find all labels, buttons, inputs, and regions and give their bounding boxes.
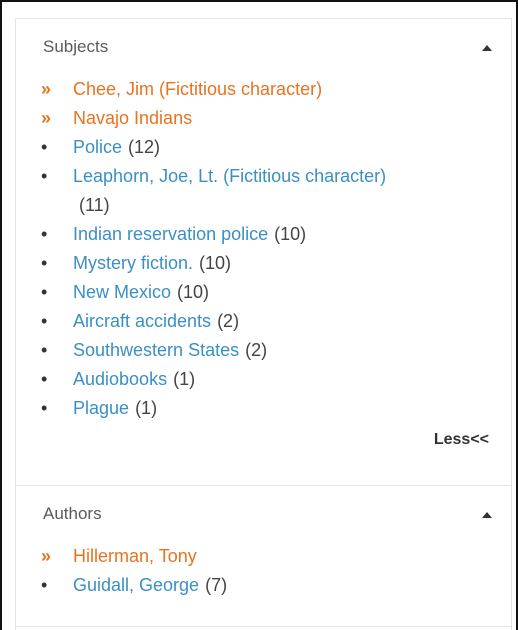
subjects-facet-panel: Subjects » Chee, Jim (Fictitious characte… [15, 18, 512, 486]
subject-link[interactable]: Plague [73, 398, 129, 418]
bullet-icon: • [41, 224, 48, 244]
double-chevron-icon: » [41, 546, 52, 566]
subject-count: (1) [135, 398, 158, 418]
bullet-icon: • [41, 253, 48, 273]
subject-count: (10) [199, 253, 232, 273]
author-count: (7) [205, 575, 228, 595]
subject-item[interactable]: • Police (12) [41, 133, 511, 162]
double-chevron-icon: » [41, 79, 52, 99]
subject-item[interactable]: • Mystery fiction. (10) [41, 249, 511, 278]
double-chevron-icon: » [41, 108, 52, 128]
subject-count: (10) [274, 224, 307, 244]
subject-link[interactable]: Navajo Indians [73, 108, 192, 128]
authors-list: » Hillerman, Tony • Guidall, George (7) [16, 542, 511, 600]
subject-count: (10) [177, 282, 210, 302]
bullet-icon: • [41, 369, 48, 389]
subject-link[interactable]: Southwestern States [73, 340, 239, 360]
subject-link[interactable]: Indian reservation police [73, 224, 268, 244]
subjects-title: Subjects [43, 37, 109, 56]
subject-count: (2) [245, 340, 268, 360]
subject-count: (12) [128, 137, 161, 157]
subject-count: (1) [173, 369, 196, 389]
bullet-icon: • [41, 166, 48, 186]
less-row: Less<< [16, 431, 511, 449]
authors-title: Authors [43, 504, 102, 523]
authors-header[interactable]: Authors [16, 486, 511, 542]
subject-count: (2) [217, 311, 240, 331]
subject-link[interactable]: New Mexico [73, 282, 171, 302]
subject-item[interactable]: • New Mexico (10) [41, 278, 511, 307]
subject-item[interactable]: • Indian reservation police (10) [41, 220, 511, 249]
caret-up-icon[interactable] [482, 512, 492, 518]
subject-item[interactable]: • Aircraft accidents (2) [41, 307, 511, 336]
subject-count: (11) [79, 195, 110, 215]
bullet-icon: • [41, 340, 48, 360]
author-link[interactable]: Hillerman, Tony [73, 546, 197, 566]
divider [15, 626, 512, 627]
subjects-list: » Chee, Jim (Fictitious character) » Navaj… [16, 75, 511, 423]
author-link[interactable]: Guidall, George [73, 575, 199, 595]
subject-link[interactable]: Leaphorn, Joe, Lt. (Fictitious character… [73, 166, 386, 186]
bullet-icon: • [41, 282, 48, 302]
less-link[interactable]: Less<< [434, 431, 489, 448]
subjects-header[interactable]: Subjects [16, 19, 511, 75]
subject-item[interactable]: • Audiobooks (1) [41, 365, 511, 394]
subject-item[interactable]: » Chee, Jim (Fictitious character) [41, 75, 511, 104]
subject-link[interactable]: Chee, Jim (Fictitious character) [73, 79, 322, 99]
author-item[interactable]: » Hillerman, Tony [41, 542, 511, 571]
subject-link[interactable]: Aircraft accidents [73, 311, 211, 331]
subject-link[interactable]: Audiobooks [73, 369, 167, 389]
bullet-icon: • [41, 398, 48, 418]
bullet-icon: • [41, 311, 48, 331]
caret-up-icon[interactable] [482, 45, 492, 51]
authors-facet-panel: Authors » Hillerman, Tony • Guidall, Georg… [15, 486, 512, 630]
bullet-icon: • [41, 575, 48, 595]
subject-item[interactable]: • Southwestern States (2) [41, 336, 511, 365]
subject-item[interactable]: » Navajo Indians [41, 104, 511, 133]
author-item[interactable]: • Guidall, George (7) [41, 571, 511, 600]
subject-item[interactable]: • Plague (1) [41, 394, 511, 423]
subject-item[interactable]: • Leaphorn, Joe, Lt. (Fictitious characte… [41, 162, 511, 220]
bullet-icon: • [41, 137, 48, 157]
subject-link[interactable]: Police [73, 137, 122, 157]
subject-link[interactable]: Mystery fiction. [73, 253, 193, 273]
